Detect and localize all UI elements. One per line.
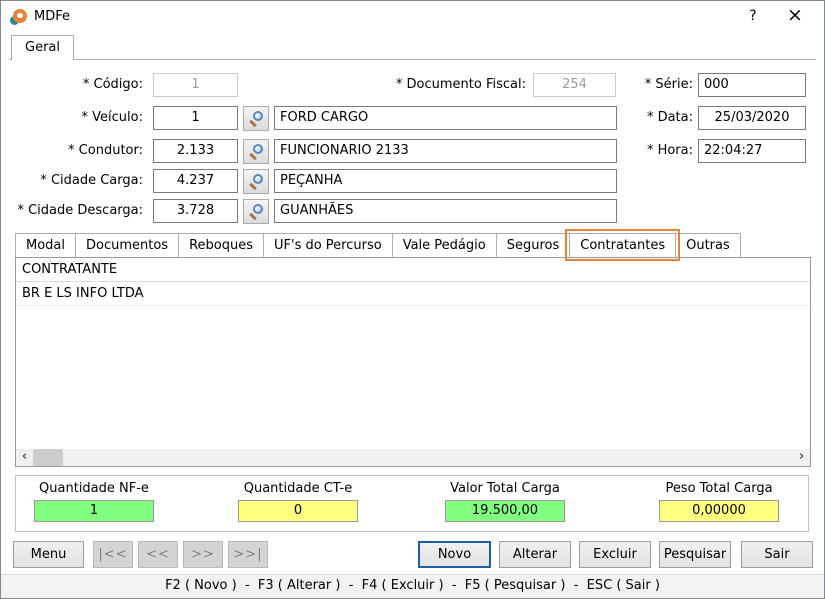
serie-field[interactable]: 000 bbox=[698, 73, 806, 97]
title-bar: MDFe ? × bbox=[1, 1, 824, 33]
tab-seguros[interactable]: Seguros bbox=[496, 233, 571, 257]
codigo-field: 1 bbox=[153, 73, 238, 97]
peso-total-carga-label: Peso Total Carga bbox=[647, 480, 791, 497]
mdfe-window: MDFe ? × Geral * Código: 1 * Veículo: 1 … bbox=[0, 0, 825, 599]
sair-button[interactable]: Sair bbox=[741, 541, 813, 568]
tab-ufs-do-percurso[interactable]: UF's do Percurso bbox=[263, 233, 393, 257]
list-column-header: CONTRATANTE bbox=[16, 258, 810, 282]
quantidade-nfe-label: Quantidade NF-e bbox=[22, 480, 166, 497]
valor-total-carga-label: Valor Total Carga bbox=[433, 480, 577, 497]
contratantes-list-panel: CONTRATANTE BR E LS INFO LTDA ‹ › bbox=[15, 257, 811, 467]
last-record-button[interactable]: >>| bbox=[228, 541, 268, 568]
cidade-descarga-desc-field: GUANHÃES bbox=[274, 199, 617, 223]
detail-tab-strip: Modal Documentos Reboques UF's do Percur… bbox=[15, 233, 740, 257]
help-button[interactable]: ? bbox=[738, 1, 768, 32]
cidade-carga-desc-field: PEÇANHA bbox=[274, 169, 617, 193]
window-title: MDFe bbox=[34, 1, 70, 32]
horizontal-scrollbar[interactable]: ‹ › bbox=[16, 449, 810, 466]
alterar-button[interactable]: Alterar bbox=[499, 541, 571, 568]
condutor-field[interactable]: 2.133 bbox=[153, 139, 238, 163]
condutor-label: * Condutor: bbox=[9, 139, 143, 163]
cidade-descarga-search-button[interactable] bbox=[243, 199, 269, 224]
hora-field[interactable]: 22:04:27 bbox=[698, 139, 806, 163]
novo-button[interactable]: Novo bbox=[418, 541, 491, 568]
tab-outras[interactable]: Outras bbox=[675, 233, 741, 257]
veiculo-desc-field: FORD CARGO bbox=[274, 106, 617, 130]
pesquisar-button[interactable]: Pesquisar bbox=[659, 541, 731, 568]
cidade-carga-field[interactable]: 4.237 bbox=[153, 169, 238, 193]
magnifier-icon bbox=[248, 204, 264, 220]
documento-fiscal-field: 254 bbox=[533, 73, 616, 97]
tab-modal[interactable]: Modal bbox=[15, 233, 76, 257]
scrollbar-thumb[interactable] bbox=[33, 449, 63, 466]
tab-geral[interactable]: Geral bbox=[11, 35, 74, 60]
app-logo-icon bbox=[10, 9, 27, 26]
codigo-label: * Código: bbox=[9, 73, 143, 97]
veiculo-search-button[interactable] bbox=[243, 106, 269, 131]
magnifier-icon bbox=[248, 174, 264, 190]
cidade-carga-label: * Cidade Carga: bbox=[9, 169, 143, 193]
first-record-button[interactable]: |<< bbox=[93, 541, 133, 568]
veiculo-field[interactable]: 1 bbox=[153, 106, 238, 130]
quantidade-cte-label: Quantidade CT-e bbox=[226, 480, 370, 497]
serie-label: * Série: bbox=[629, 73, 693, 97]
quantidade-nfe-value: 1 bbox=[34, 500, 154, 522]
tab-vale-pedagio[interactable]: Vale Pedágio bbox=[392, 233, 497, 257]
scroll-left-arrow-icon[interactable]: ‹ bbox=[16, 449, 33, 466]
peso-total-carga-value: 0,00000 bbox=[659, 500, 779, 522]
totals-panel: Quantidade NF-e 1 Quantidade CT-e 0 Valo… bbox=[15, 475, 809, 532]
cidade-carga-search-button[interactable] bbox=[243, 169, 269, 194]
status-bar: F2 ( Novo ) - F3 ( Alterar ) - F4 ( Excl… bbox=[1, 574, 824, 598]
tab-reboques[interactable]: Reboques bbox=[178, 233, 264, 257]
data-label: * Data: bbox=[629, 106, 693, 130]
magnifier-icon bbox=[248, 111, 264, 127]
tab-page-divider bbox=[9, 59, 816, 60]
menu-button[interactable]: Menu bbox=[13, 541, 84, 568]
data-field[interactable]: 25/03/2020 bbox=[698, 106, 806, 130]
quantidade-cte-value: 0 bbox=[238, 500, 358, 522]
hora-label: * Hora: bbox=[629, 139, 693, 163]
cidade-descarga-field[interactable]: 3.728 bbox=[153, 199, 238, 223]
excluir-button[interactable]: Excluir bbox=[579, 541, 651, 568]
list-item[interactable]: BR E LS INFO LTDA bbox=[16, 282, 810, 306]
close-button[interactable]: × bbox=[778, 1, 812, 32]
tab-contratantes-label: Contratantes bbox=[580, 238, 665, 253]
condutor-search-button[interactable] bbox=[243, 139, 269, 164]
next-record-button[interactable]: >> bbox=[183, 541, 223, 568]
valor-total-carga-value: 19.500,00 bbox=[445, 500, 565, 522]
veiculo-label: * Veículo: bbox=[9, 106, 143, 130]
previous-record-button[interactable]: << bbox=[138, 541, 178, 568]
tab-documentos[interactable]: Documentos bbox=[75, 233, 179, 257]
scroll-right-arrow-icon[interactable]: › bbox=[793, 449, 810, 466]
magnifier-icon bbox=[248, 144, 264, 160]
condutor-desc-field: FUNCIONARIO 2133 bbox=[274, 139, 617, 163]
tab-contratantes[interactable]: Contratantes bbox=[569, 233, 676, 257]
cidade-descarga-label: * Cidade Descarga: bbox=[9, 199, 143, 223]
documento-fiscal-label: * Documento Fiscal: bbox=[361, 73, 526, 97]
